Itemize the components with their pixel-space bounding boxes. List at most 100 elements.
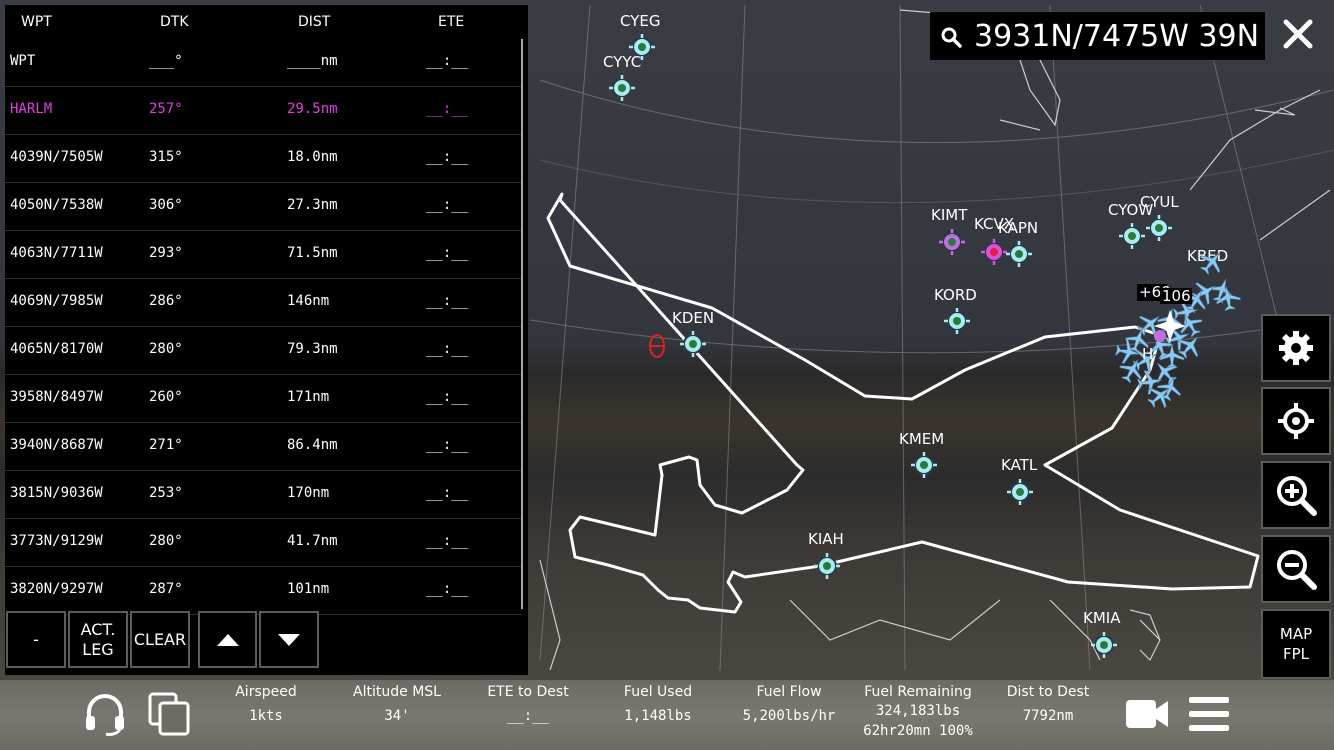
hamburger-menu-icon[interactable] [1188,696,1230,732]
fpl-cell-dist: 79.3nm [287,341,338,357]
airport-label: KAPN [998,219,1038,237]
airport-label: KATL [1001,456,1038,474]
traffic-cluster[interactable] [1114,245,1242,413]
fpl-row[interactable]: 4069N/7985W 286° 146nm __:__ [5,279,522,327]
fpl-row[interactable]: 4039N/7505W 315° 18.0nm __:__ [5,135,522,183]
fpl-scrollbar[interactable] [521,39,523,609]
fpl-cell-dtk: 293° [149,245,183,261]
fpl-row[interactable]: 3940N/8687W 271° 86.4nm __:__ [5,423,522,471]
zoom-out-button[interactable] [1261,535,1331,603]
fpl-row[interactable]: 3815N/9036W 253° 170nm __:__ [5,471,522,519]
gear-icon [1279,331,1313,365]
fpl-cell-wpt: 3815N/9036W [10,485,103,501]
airport-label: CYUL [1140,193,1179,211]
move-down-button[interactable] [259,611,319,668]
fpl-cell-dist: 171nm [287,389,330,405]
airport-label: KDEN [672,309,714,327]
fpl-cell-dist: ____nm [287,53,338,69]
fpl-cell-ete: __:__ [426,149,469,165]
airport-label: KMEM [899,430,944,448]
fpl-row[interactable]: 3958N/8497W 260° 171nm __:__ [5,375,522,423]
fpl-cell-dist: 71.5nm [287,245,338,261]
fpl-cell-dist: 146nm [287,293,330,309]
col-dist: DIST [298,14,331,30]
fpl-cell-ete: __:__ [426,53,469,69]
user-waypoint-marker[interactable] [649,334,665,358]
fpl-cell-ete: __:__ [426,245,469,261]
fpl-row[interactable]: 3820N/9297W 287° 101nm __:__ [5,567,522,615]
airport-kapn[interactable]: KAPN [998,219,1038,267]
fpl-cell-dist: 41.7nm [287,533,338,549]
fpl-cell-wpt: 3773N/9129W [10,533,103,549]
col-dtk: DTK [160,14,189,30]
fpl-cell-dist: 27.3nm [287,197,338,213]
fpl-row[interactable]: 4065N/8170W 280° 79.3nm __:__ [5,327,522,375]
fpl-row[interactable]: 4050N/7538W 306° 27.3nm __:__ [5,183,522,231]
airport-label: CYYC [603,53,641,71]
headset-icon[interactable] [84,692,126,736]
fpl-cell-ete: __:__ [426,437,469,453]
fpl-cell-ete: __:__ [426,341,469,357]
traffic-tag-2: 106 [1162,287,1191,305]
fpl-cell-ete: __:__ [426,581,469,597]
activate-leg-button[interactable]: ACT. LEG [68,611,128,668]
fpl-cell-ete: __:__ [426,533,469,549]
stat-airspeed: Airspeed 1kts [235,684,297,724]
fpl-cell-dtk: 253° [149,485,183,501]
clear-button[interactable]: CLEAR [130,611,190,668]
airport-kbed[interactable]: KBED [1187,247,1228,265]
camera-icon[interactable] [1125,697,1169,731]
fpl-cell-dtk: 280° [149,341,183,357]
fpl-cell-dtk: 287° [149,581,183,597]
fpl-row[interactable]: 3773N/9129W 280° 41.7nm __:__ [5,519,522,567]
coastlines [539,9,1331,671]
fpl-row[interactable]: HARLM 257° 29.5nm __:__ [5,87,522,135]
settings-button[interactable] [1261,314,1331,382]
fpl-header: WPT DTK DIST ETE [5,5,528,39]
map-fpl-toggle-button[interactable]: MAP FPL [1261,609,1331,679]
search-icon [941,27,962,48]
stat-fuel-used: Fuel Used 1,148lbs [623,684,693,724]
fpl-cell-wpt: 3940N/8687W [10,437,103,453]
center-map-button[interactable] [1261,387,1331,455]
search-box[interactable]: 3931N/7475W 39N [930,12,1265,60]
fpl-cell-dist: 29.5nm [287,101,338,117]
airport-markers[interactable]: CYEGCYYCKIMT KCVXKAPNCYOWCYULKBEDKORDKDEN… [603,12,1228,658]
zoom-out-icon [1277,550,1317,590]
airport-cyyc[interactable]: CYYC [603,53,641,101]
airport-kiah[interactable]: KIAH [808,530,844,579]
search-input[interactable]: 3931N/7475W 39N [974,19,1259,54]
zoom-in-button[interactable] [1261,461,1331,529]
fpl-cell-ete: __:__ [426,485,469,501]
fpl-cell-wpt: 4069N/7985W [10,293,103,309]
fpl-cell-dtk: 271° [149,437,183,453]
airport-label: KIAH [808,530,844,548]
stat-dist-dest: Dist to Dest 7792nm [1006,684,1090,724]
fpl-cell-ete: __:__ [426,197,469,213]
triangle-up-icon [216,633,239,646]
fpl-cell-wpt: WPT [10,53,36,69]
airport-kimt[interactable]: KIMT [931,206,968,255]
move-up-button[interactable] [198,611,257,668]
triangle-down-icon [278,633,300,646]
traffic-highlight-marker [1154,330,1166,342]
close-icon[interactable] [1282,18,1314,50]
airport-kord[interactable]: KORD [934,286,977,334]
stat-fuel-remaining: Fuel Remaining 324,183lbs 62hr20mn 100% [863,684,973,739]
airport-kmem[interactable]: KMEM [899,430,944,478]
fpl-row[interactable]: WPT ___° ____nm __:__ [5,39,522,87]
fpl-cell-ete: __:__ [426,293,469,309]
flight-plan-panel: WPT DTK DIST ETE WPT ___° ____nm __:__ HARLM… [5,5,528,675]
airport-label: KMIA [1083,609,1121,627]
fpl-cell-dtk: 257° [149,101,183,117]
status-bar: Airspeed 1kts Altitude MSL 34' ETE to De… [0,680,1334,750]
fpl-row[interactable]: 4063N/7711W 293° 71.5nm __:__ [5,231,522,279]
airport-katl[interactable]: KATL [1001,456,1038,505]
fpl-cell-wpt: 4065N/8170W [10,341,103,357]
copy-windows-icon[interactable] [148,692,190,736]
remove-waypoint-button[interactable]: - [6,611,66,668]
fpl-cell-wpt: HARLM [10,101,53,117]
fpl-cell-dtk: 286° [149,293,183,309]
zoom-in-icon [1277,476,1317,516]
fpl-cell-dtk: ___° [149,53,183,69]
